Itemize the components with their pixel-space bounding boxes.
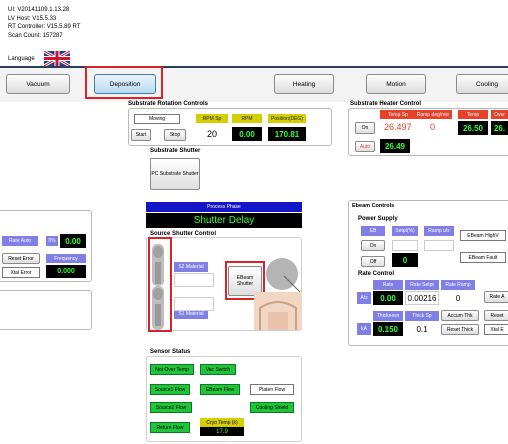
pc-substrate-shutter-button[interactable]: PC Substrate Shutter [150, 158, 200, 190]
rpm-sp-input[interactable]: 20 [196, 127, 228, 141]
substrate-shutter-title: Substrate Shutter [150, 148, 201, 154]
heater-output-value: 26.49 [380, 139, 410, 153]
cryo-temp-label: Cryo Temp (k) [200, 418, 244, 427]
rate-auto-button[interactable]: Rate A [484, 291, 508, 303]
source1-flow-indicator: Source1 Flow [150, 384, 190, 395]
ramp-header: Ramp deg/min [414, 110, 452, 119]
over-value: 26. [491, 121, 508, 135]
cryo-temp-value: 17.9 [200, 427, 244, 436]
rate-auto-label[interactable]: Rate Auto [2, 236, 38, 246]
heater-on-button[interactable]: On [355, 122, 375, 134]
stop-button[interactable]: Stop [164, 129, 186, 141]
rpm-value: 0.00 [232, 127, 262, 141]
scan-count: Scan Count: 157287 [8, 32, 63, 39]
setpt-label: Setpt(%) [392, 226, 418, 236]
s2-material-box [174, 273, 214, 287]
heater-auto-button[interactable]: Auto [355, 141, 375, 152]
substrate-rotation-title: Substrate Rotation Controls [128, 101, 209, 107]
setpt-value: 0 [392, 253, 418, 267]
s2-shutter-icon[interactable] [150, 244, 166, 286]
thick-sp-input[interactable]: 0.1 [405, 322, 439, 336]
as-unit-label: A/s [357, 292, 371, 304]
rate-setpt-input[interactable]: 0.00216 [405, 291, 439, 305]
tab-motion[interactable]: Motion [366, 74, 426, 94]
ka-unit-label: kA [357, 323, 371, 335]
left-lower-panel [0, 290, 92, 330]
thick-sp-label: Thick Sp [405, 311, 439, 321]
version-info: UI: V20141109.1.13.28 LV Host: V15.5.33 … [8, 6, 80, 40]
over-header: Over [491, 110, 508, 119]
s2-material-label: S2 Material [174, 262, 208, 272]
rpm-header: RPM [232, 114, 262, 123]
rate-ramp-input[interactable]: 0 [441, 291, 475, 305]
temp-sp-header: Temp Sp [380, 110, 416, 119]
return-flow-indicator: Return Flow [150, 422, 190, 433]
cooling-shield-indicator: Cooling Shield [250, 402, 294, 413]
reset-thick-button[interactable]: Reset Thick [441, 324, 479, 335]
ebeam-flow-indicator: EBeam Flow [200, 384, 240, 395]
eb-label: EB [361, 226, 385, 236]
rotation-status: Moving [134, 114, 180, 124]
ui-version: UI: V20141109.1.13.28 [8, 7, 70, 13]
ramp-value[interactable]: 0 [430, 122, 435, 132]
position-value: 170.81 [268, 127, 306, 141]
lv-host-version: LV Host: V15.5.33 [8, 15, 57, 22]
uk-flag-icon[interactable] [43, 49, 71, 68]
tab-bar: Vacuum Deposition Heating Motion Cooling [0, 66, 508, 102]
not-over-temp-indicator: Not Over Temp [150, 364, 194, 375]
reset-button[interactable]: Reset [484, 310, 508, 321]
ebeam-highv-indicator: EBeam HighV [460, 230, 506, 241]
source2-flow-indicator: Source2 Flow [150, 402, 192, 413]
temp-sp-value[interactable]: 26.497 [384, 122, 412, 132]
frequency-value: 0.000 [46, 265, 86, 278]
s1-shutter-icon[interactable] [150, 286, 166, 330]
process-phase-value: Shutter Delay [146, 213, 302, 228]
platen-flow-indicator: Platen Flow [250, 384, 294, 395]
rate-value: 0.00 [373, 291, 403, 305]
ebeam-controls-title: Ebeam Controls [352, 203, 395, 209]
start-button[interactable]: Start [131, 129, 151, 141]
s1-material-box [174, 297, 214, 311]
rt-controller-version: RT Controller: V15.5.89 RT [8, 24, 81, 30]
tab-heating[interactable]: Heating [274, 74, 334, 94]
rate-setpt-label: Rate Setpt [405, 280, 439, 290]
rate-control-title: Rate Control [358, 271, 394, 277]
tab-vacuum[interactable]: Vacuum [6, 74, 70, 94]
percent-label: 0% [46, 236, 58, 246]
eb-on-button[interactable]: On [361, 240, 385, 251]
rate-ramp-label: Rate Ramp [441, 280, 475, 290]
substrate-heater-title: Substrate Heater Control [350, 101, 422, 107]
ramp-us-label: Ramp u/s [424, 226, 454, 236]
frequency-label: Frequency [46, 254, 86, 263]
temp-value: 26.50 [458, 121, 488, 135]
position-header: Position(DEG) [268, 114, 306, 123]
setpt-input[interactable] [392, 240, 418, 251]
sensor-status-title: Sensor Status [150, 349, 191, 355]
tab-deposition[interactable]: Deposition [94, 74, 156, 94]
temp-header: Temp [458, 110, 488, 119]
rpm-sp-header: RPM Sp [196, 114, 228, 123]
accum-thk-button[interactable]: Accum Thk [441, 310, 479, 321]
ebeam-fault-indicator: EBeam Fault [460, 252, 506, 263]
xtal-error-indicator: Xtal Error [2, 267, 40, 278]
xtal-error-indicator-ebeam: Xtal E [484, 324, 508, 335]
thickness-label: Thickness [373, 311, 403, 321]
process-phase-label: Process Phase [146, 202, 302, 212]
rate-label: Rate [373, 280, 403, 290]
ramp-us-input[interactable] [424, 240, 454, 251]
percent-value: 0.00 [60, 234, 86, 248]
tab-cooling[interactable]: Cooling [456, 74, 508, 94]
thickness-value: 0.150 [373, 322, 403, 336]
eb-off-button[interactable]: Off [361, 256, 385, 267]
reset-error-button[interactable]: Reset Error [2, 253, 40, 264]
vac-switch-indicator: Vac Switch [200, 364, 236, 375]
power-supply-title: Power Supply [358, 216, 398, 222]
language-label: Language [8, 56, 35, 62]
ebeam-gun-icon [254, 258, 302, 330]
